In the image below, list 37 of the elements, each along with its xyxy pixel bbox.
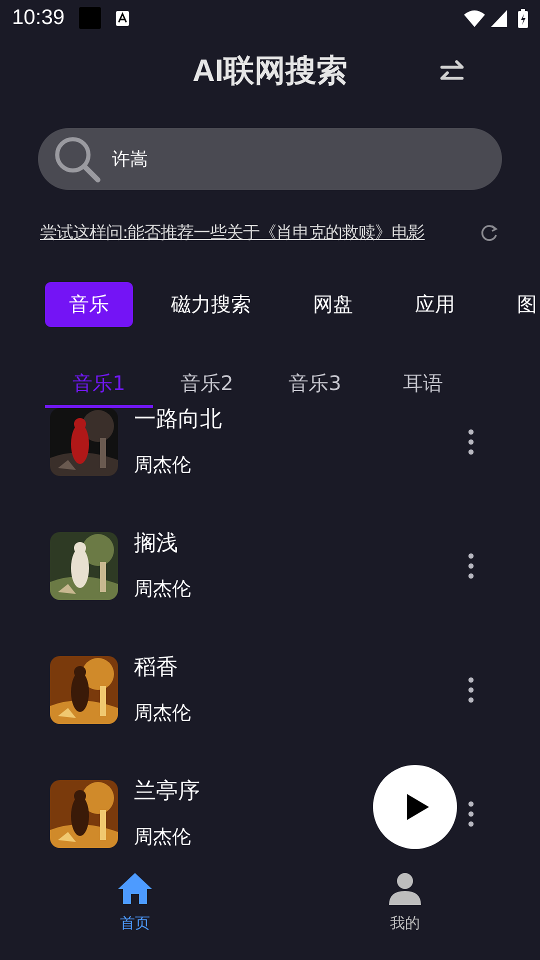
clock-time: 10:39 — [12, 6, 65, 30]
battery-icon — [518, 8, 528, 28]
artist-name: 周杰伦 — [134, 701, 191, 725]
artist-name: 周杰伦 — [134, 453, 192, 477]
artist-name: 周杰伦 — [134, 825, 192, 849]
search-icon — [52, 134, 102, 184]
signal-icon — [490, 8, 508, 28]
app-title: AI联网搜索 — [192, 52, 348, 90]
search-field[interactable]: 许嵩 — [38, 128, 502, 190]
category-tab[interactable]: 应用 — [391, 282, 479, 327]
person-icon — [388, 872, 422, 906]
more-icon — [468, 429, 474, 455]
music-source-tab[interactable]: 音乐2 — [153, 362, 261, 408]
suggestion-link[interactable]: 尝试这样问:能否推荐一些关于《肖申克的救赎》电影 — [40, 221, 425, 244]
song-title: 兰亭序 — [134, 779, 200, 805]
song-title: 搁浅 — [134, 531, 179, 557]
artist-name: 周杰伦 — [134, 577, 191, 601]
swap-icon — [438, 58, 466, 82]
notification-icon — [78, 7, 101, 29]
more-icon — [468, 801, 474, 827]
category-tab[interactable]: 音乐 — [45, 282, 133, 327]
music-source-tab[interactable]: 音乐3 — [261, 362, 369, 408]
category-tab[interactable]: 磁力搜索 — [147, 282, 275, 327]
category-tab[interactable]: 图 — [493, 282, 540, 327]
refresh-icon[interactable] — [480, 222, 500, 242]
nav-tab[interactable]: 首页 — [0, 852, 270, 960]
music-source-tab[interactable]: 耳语 — [369, 362, 477, 408]
play-icon — [405, 793, 431, 821]
song-title: 一路向北 — [134, 408, 222, 433]
more-icon — [468, 677, 474, 703]
wifi-icon — [463, 8, 486, 28]
more-icon — [468, 553, 474, 579]
category-tab[interactable]: 网盘 — [289, 282, 377, 327]
home-icon — [118, 872, 152, 906]
song-title: 稻香 — [134, 655, 179, 681]
nav-tab[interactable]: 我的 — [270, 852, 540, 960]
keyboard-icon — [114, 10, 130, 26]
